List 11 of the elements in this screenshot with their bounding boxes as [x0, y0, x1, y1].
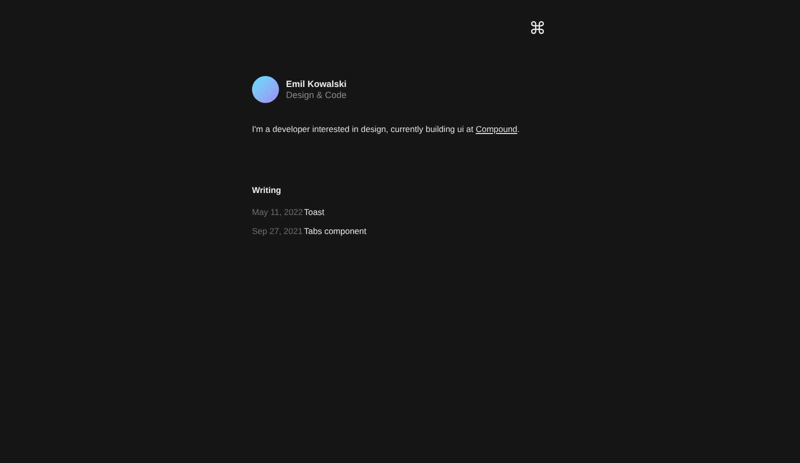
- compound-link[interactable]: Compound: [476, 124, 518, 134]
- command-menu-button[interactable]: ⌘: [529, 18, 546, 40]
- avatar: [252, 76, 279, 103]
- section-heading: Writing: [252, 184, 282, 196]
- post-link[interactable]: Tabs component: [304, 226, 366, 236]
- bio-text: I'm a developer interested in design, currently building ui at Compound.: [252, 123, 521, 136]
- post-date: Sep 27, 2021: [252, 226, 303, 236]
- profile-name: Emil Kowalski: [286, 78, 347, 90]
- post-link[interactable]: Toast: [304, 206, 324, 218]
- profile-tagline: Design & Code: [286, 90, 347, 100]
- post-date: May 11, 2022: [252, 206, 303, 218]
